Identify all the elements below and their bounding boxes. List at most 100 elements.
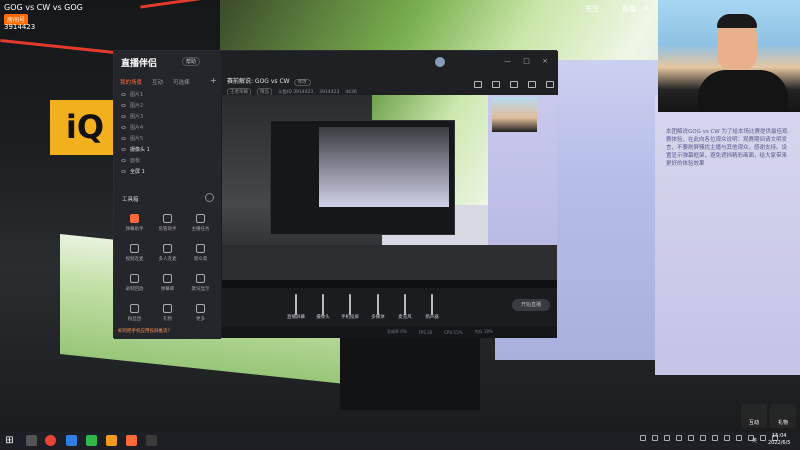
eye-icon[interactable] — [121, 148, 126, 151]
link-icon[interactable] — [546, 81, 554, 88]
tray-icon[interactable] — [640, 435, 646, 441]
webcam-person — [698, 70, 788, 112]
browser-icon[interactable] — [66, 435, 77, 446]
drop-rate: 丢帧率 0% — [387, 329, 407, 334]
layer-item[interactable]: 图片2 — [118, 100, 218, 111]
seat-icon — [196, 243, 205, 253]
gear-icon[interactable] — [205, 193, 214, 202]
record-icon — [130, 273, 139, 283]
preview-canvas[interactable] — [222, 95, 557, 280]
toolbox-grid: 弹幕助手 房管助手 主播任务 视频连麦 多人连麦 观众席 录制回放 弹幕库 歌词… — [118, 209, 218, 326]
tool-record[interactable]: 录制回放 — [118, 269, 151, 296]
tool-fans[interactable]: 粉丝团 — [118, 299, 151, 326]
tray-icon[interactable] — [688, 435, 694, 441]
speaker-icon — [431, 294, 433, 315]
start-live-button[interactable]: 开始直播 — [512, 299, 550, 311]
tool-danmu-lib[interactable]: 弹幕库 — [151, 269, 184, 296]
eye-icon[interactable] — [121, 159, 126, 162]
nested-preview-canvas — [319, 127, 449, 207]
game-icon[interactable] — [146, 435, 157, 446]
search-icon[interactable] — [26, 435, 37, 446]
eye-icon[interactable] — [121, 104, 126, 107]
wechat-icon[interactable] — [86, 435, 97, 446]
preview-taskbar — [222, 280, 557, 288]
fps: FPS 30 — [418, 329, 433, 335]
bell-icon[interactable] — [528, 81, 536, 88]
input-language[interactable]: 英 — [752, 437, 757, 444]
iq-logo: iQ — [50, 100, 120, 155]
cpu: CPU 15% — [444, 329, 463, 335]
layer-item[interactable]: 图片1 — [118, 89, 218, 100]
tool-multi-link[interactable]: 多人连麦 — [151, 239, 184, 266]
lock-icon[interactable] — [492, 81, 500, 88]
tool-more[interactable]: 更多 — [184, 299, 217, 326]
app-logo: 直播伴侣 — [121, 59, 158, 69]
tray-icon[interactable] — [736, 435, 742, 441]
webcam-hair — [717, 14, 757, 28]
streaming-app-icon[interactable] — [126, 435, 137, 446]
share-icon[interactable] — [510, 81, 518, 88]
add-source-button[interactable]: + — [210, 76, 217, 85]
tool-video-link[interactable]: 视频连麦 — [118, 239, 151, 266]
memory: 内存 18% — [474, 329, 493, 334]
live-button[interactable]: 直播 — [622, 4, 636, 14]
tab-optional[interactable]: 可选择 — [173, 78, 190, 86]
tool-danmu[interactable]: 弹幕助手 — [118, 209, 151, 236]
tool-tasks[interactable]: 主播任务 — [184, 209, 217, 236]
tool-audience[interactable]: 观众席 — [184, 239, 217, 266]
gift-icon — [163, 303, 172, 313]
media-button[interactable]: 多媒体 — [364, 294, 392, 320]
eye-icon[interactable] — [121, 126, 126, 129]
chat-icon — [130, 213, 139, 223]
windows-start-icon[interactable]: ⊞ — [4, 435, 15, 446]
gift-button[interactable]: 礼物 — [770, 404, 796, 428]
layer-item[interactable]: 图片3 — [118, 111, 218, 122]
tray-icon[interactable] — [724, 435, 730, 441]
help-tip-link[interactable]: 如何把手机应用投屏推流? — [118, 328, 170, 334]
edit-title-button[interactable]: 修改 — [293, 79, 311, 86]
layer-item[interactable]: 面板 — [118, 155, 218, 166]
tray-icon[interactable] — [664, 435, 670, 441]
overlay-text: 本团解说GOG vs CW 为了给本场比赛提供最佳观赛体验，在此向各位观众说明：… — [666, 129, 788, 167]
chrome-icon[interactable] — [45, 435, 56, 446]
tray-icon[interactable] — [676, 435, 682, 441]
eye-icon[interactable] — [121, 137, 126, 140]
follow-button[interactable]: 关注 — [585, 4, 599, 14]
tray-icon[interactable] — [652, 435, 658, 441]
room-id: 3914423 — [4, 23, 36, 31]
tray-icon[interactable] — [712, 435, 718, 441]
phone-cast-button[interactable]: 手机投屏 — [336, 294, 364, 320]
speaker-button[interactable]: 扬声器 — [418, 294, 446, 320]
close-icon[interactable]: × — [643, 4, 649, 12]
layer-item[interactable]: 全屏 1 — [118, 166, 218, 177]
user-icon — [163, 213, 172, 223]
window-controls[interactable]: — □ × — [504, 57, 553, 65]
eye-icon[interactable] — [121, 115, 126, 118]
layer-item[interactable]: 图片4 — [118, 122, 218, 133]
gift-icon[interactable] — [474, 81, 482, 88]
heart-icon — [130, 303, 139, 313]
eye-icon[interactable] — [121, 93, 126, 96]
app-icon[interactable] — [106, 435, 117, 446]
screen-capture-button[interactable]: 直播屏幕 — [282, 294, 310, 320]
interact-button[interactable]: 互动 — [741, 404, 767, 428]
room-title: 赛前解说: GOG vs CW 修改 — [227, 76, 311, 86]
tool-lyrics[interactable]: 歌词显示 — [184, 269, 217, 296]
camera-button[interactable]: 摄像头 — [309, 294, 337, 320]
eye-icon[interactable] — [121, 170, 126, 173]
tool-room-manager[interactable]: 房管助手 — [151, 209, 184, 236]
tray-icon[interactable] — [760, 435, 766, 441]
tab-interact[interactable]: 互动 — [152, 78, 163, 86]
monitor-icon — [295, 294, 297, 315]
clock[interactable]: 15:04 2022/6/5 — [768, 433, 790, 447]
phone-icon — [349, 294, 351, 315]
help-badge[interactable]: 帮助 — [182, 57, 201, 66]
tool-gift[interactable]: 礼物 — [151, 299, 184, 326]
avatar[interactable] — [435, 57, 445, 67]
stream-title: GOG vs CW vs GOG — [4, 3, 83, 12]
layer-item[interactable]: 图片5 — [118, 133, 218, 144]
mic-button[interactable]: 麦克风 — [391, 294, 419, 320]
tray-icon[interactable] — [700, 435, 706, 441]
layer-item[interactable]: 摄像头 1 — [118, 144, 218, 155]
tab-scenes[interactable]: 我的场景 — [120, 78, 142, 86]
